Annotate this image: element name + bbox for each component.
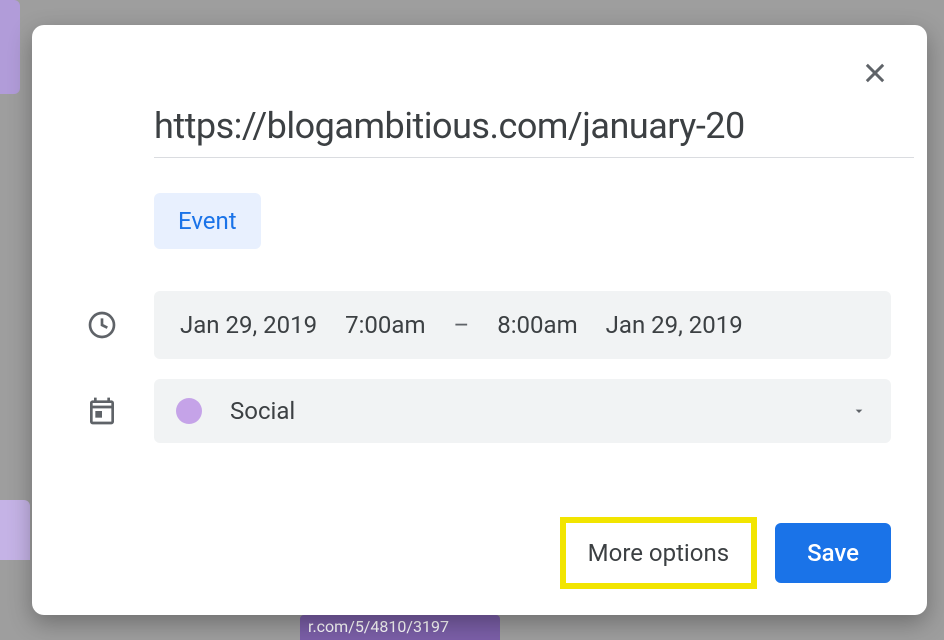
close-icon bbox=[861, 59, 889, 87]
calendar-name: Social bbox=[230, 397, 295, 425]
datetime-row: Jan 29, 2019 7:00am – 8:00am Jan 29, 201… bbox=[68, 291, 891, 359]
clock-icon bbox=[84, 307, 120, 343]
calendar-icon bbox=[84, 393, 120, 429]
save-button[interactable]: Save bbox=[775, 523, 891, 583]
time-separator: – bbox=[454, 311, 470, 339]
calendar-color-dot bbox=[176, 398, 202, 424]
tab-event[interactable]: Event bbox=[154, 193, 261, 249]
event-create-modal: Event Jan 29, 2019 7:00am – 8:00am Jan 2… bbox=[32, 25, 927, 615]
chevron-down-icon bbox=[851, 397, 867, 425]
background-event-block: r.com/5/4810/3197 bbox=[300, 615, 500, 640]
modal-footer: More options Save bbox=[560, 517, 891, 589]
background-event-block bbox=[0, 500, 30, 560]
start-time[interactable]: 7:00am bbox=[345, 311, 425, 339]
background-event-block bbox=[0, 0, 20, 94]
end-time[interactable]: 8:00am bbox=[497, 311, 577, 339]
start-date[interactable]: Jan 29, 2019 bbox=[180, 311, 317, 339]
close-button[interactable] bbox=[855, 53, 895, 93]
datetime-selector[interactable]: Jan 29, 2019 7:00am – 8:00am Jan 29, 201… bbox=[154, 291, 891, 359]
event-title-input[interactable] bbox=[154, 105, 914, 158]
calendar-row: Social bbox=[68, 379, 891, 443]
end-date[interactable]: Jan 29, 2019 bbox=[606, 311, 743, 339]
event-type-tabs: Event bbox=[154, 193, 891, 249]
calendar-selector[interactable]: Social bbox=[154, 379, 891, 443]
more-options-button[interactable]: More options bbox=[560, 517, 757, 589]
